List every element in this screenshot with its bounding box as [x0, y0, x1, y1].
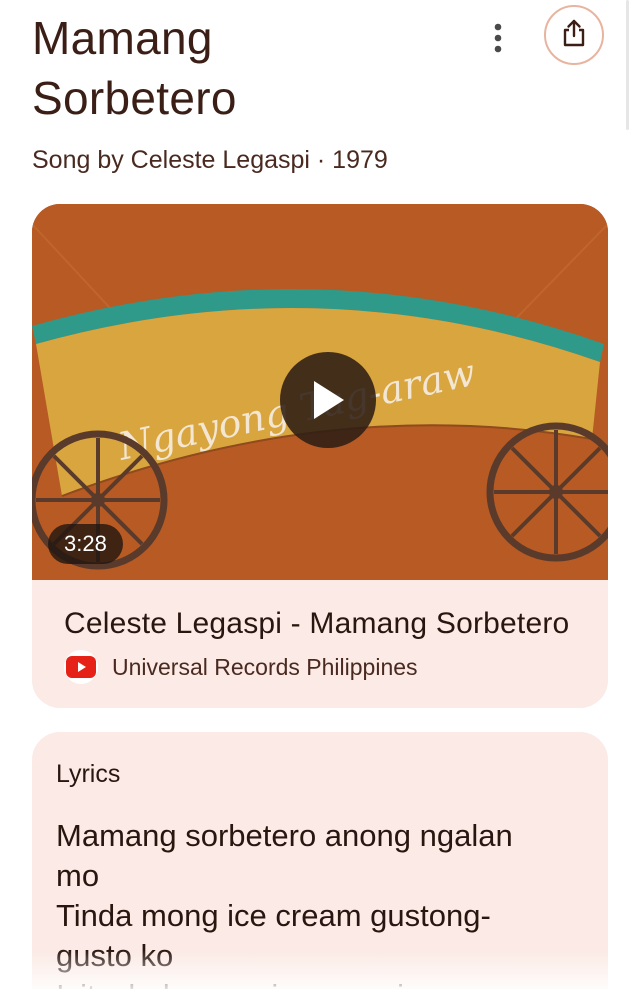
- play-icon: [310, 379, 346, 421]
- video-info[interactable]: Celeste Legaspi - Mamang Sorbetero Unive…: [64, 604, 584, 684]
- lyrics-heading: Lyrics: [56, 760, 121, 788]
- share-button[interactable]: [544, 5, 604, 65]
- youtube-icon: [64, 650, 98, 684]
- channel-row: Universal Records Philippines: [64, 650, 584, 684]
- video-title[interactable]: Celeste Legaspi - Mamang Sorbetero: [64, 604, 584, 644]
- song-subtitle: Song by Celeste Legaspi · 1979: [32, 146, 388, 174]
- share-icon: [561, 19, 587, 52]
- song-title-line2: Sorbetero: [32, 72, 237, 124]
- lyrics-line: Tinda mong ice cream gustong-gusto ko: [56, 898, 491, 973]
- lyrics-body: Mamang sorbetero anong ngalan mo Tinda m…: [56, 816, 556, 989]
- scrollbar[interactable]: [626, 0, 629, 130]
- video-thumbnail[interactable]: Ngayong Tag-araw 3:28: [32, 204, 608, 580]
- lyrics-line: Isitsulad mo sa iyong mainam: [56, 976, 556, 989]
- song-title-line1: Mamang: [32, 12, 213, 64]
- more-vert-icon: [492, 22, 504, 59]
- song-header: Mamang Sorbetero: [32, 8, 452, 128]
- play-button[interactable]: [280, 352, 376, 448]
- song-page: Mamang Sorbetero Song by Celeste Legaspi…: [0, 0, 640, 989]
- lyrics-line: Mamang sorbetero anong ngalan mo: [56, 818, 513, 893]
- video-card[interactable]: Ngayong Tag-araw 3:28 Celeste Legaspi - …: [32, 204, 608, 708]
- video-duration-badge: 3:28: [48, 524, 123, 564]
- more-options-button[interactable]: [478, 20, 518, 60]
- lyrics-card[interactable]: Lyrics Mamang sorbetero anong ngalan mo …: [32, 732, 608, 989]
- channel-name: Universal Records Philippines: [112, 654, 418, 680]
